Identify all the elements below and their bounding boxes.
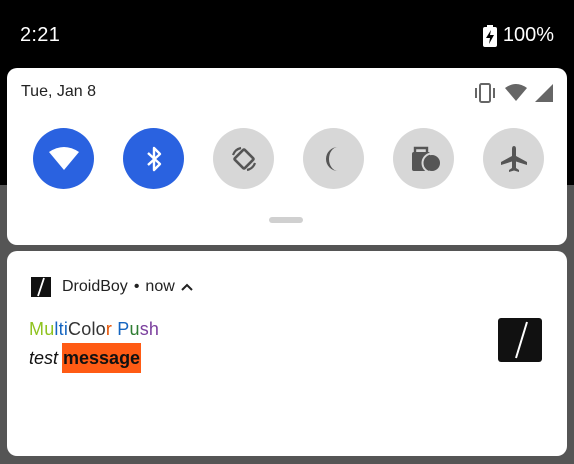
notification-app-name: DroidBoy bbox=[62, 278, 128, 295]
notification-header[interactable]: DroidBoy • now bbox=[30, 276, 193, 298]
title-segment: P bbox=[117, 319, 130, 339]
notification-header-text: DroidBoy • now bbox=[62, 278, 193, 296]
tile-wifi[interactable] bbox=[33, 128, 94, 189]
status-time: 2:21 bbox=[20, 24, 61, 46]
title-segment: Colo bbox=[68, 319, 106, 339]
qs-date[interactable]: Tue, Jan 8 bbox=[21, 83, 96, 101]
notification-time: now bbox=[145, 278, 175, 295]
vibrate-icon bbox=[473, 83, 497, 103]
notification-body-highlight: message bbox=[62, 343, 142, 373]
tile-do-not-disturb[interactable] bbox=[303, 128, 364, 189]
title-segment: sh bbox=[139, 319, 160, 339]
status-bar: 2:21 100% bbox=[0, 0, 574, 70]
bluetooth-icon bbox=[145, 145, 163, 173]
status-right: 100% bbox=[482, 24, 554, 47]
battery-charging-icon bbox=[482, 24, 497, 47]
title-segment: u bbox=[44, 319, 55, 339]
rotate-icon bbox=[230, 145, 258, 173]
qs-tiles bbox=[33, 128, 544, 189]
title-segment: lti bbox=[54, 319, 69, 339]
tile-battery-saver[interactable] bbox=[393, 128, 454, 189]
cell-signal-icon bbox=[535, 84, 553, 102]
wifi-icon bbox=[48, 146, 79, 171]
moon-icon bbox=[322, 146, 346, 172]
notification-title: MultiColor Push bbox=[29, 319, 159, 340]
qs-expand-handle[interactable] bbox=[269, 217, 303, 223]
notification-card[interactable]: DroidBoy • now MultiColor Push test mess… bbox=[7, 251, 567, 456]
qs-status-icons bbox=[473, 83, 553, 103]
notification-body-italic: test bbox=[29, 347, 59, 368]
quick-settings-panel: Tue, Jan 8 bbox=[7, 68, 567, 245]
airplane-icon bbox=[500, 145, 528, 173]
title-segment: M bbox=[29, 319, 45, 339]
title-segment: u bbox=[129, 319, 140, 339]
battery-percent: 100% bbox=[502, 24, 554, 46]
battery-saver-icon bbox=[406, 146, 442, 172]
notification-separator: • bbox=[133, 278, 140, 295]
chevron-up-icon[interactable] bbox=[181, 278, 193, 296]
notification-body: test message bbox=[29, 343, 142, 373]
tile-auto-rotate[interactable] bbox=[213, 128, 274, 189]
droidboy-app-icon bbox=[31, 277, 51, 297]
droidboy-large-icon bbox=[498, 318, 542, 362]
tile-airplane-mode[interactable] bbox=[483, 128, 544, 189]
wifi-icon bbox=[505, 84, 527, 102]
tile-bluetooth[interactable] bbox=[123, 128, 184, 189]
